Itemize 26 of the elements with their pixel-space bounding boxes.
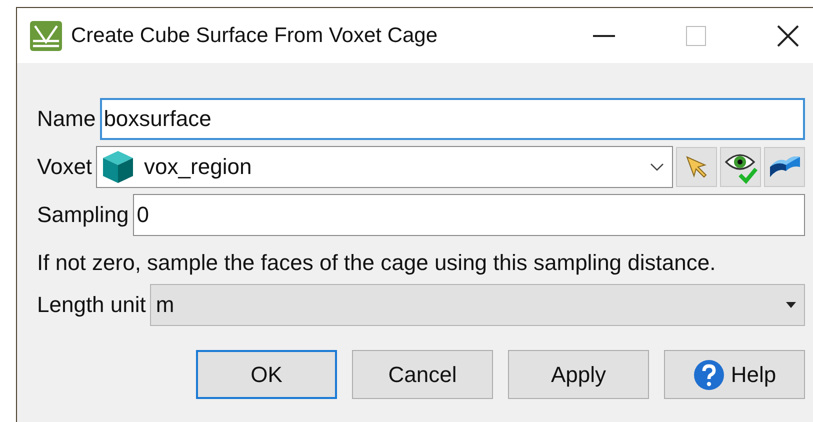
chevron-down-icon — [650, 163, 664, 171]
length-unit-dropdown[interactable]: m — [150, 284, 805, 326]
hint-text: If not zero, sample the faces of the cage using this sampling distance. — [37, 250, 717, 276]
visibility-button[interactable] — [720, 147, 761, 187]
maximize-icon — [686, 26, 706, 46]
field-label: Sampling — [37, 202, 129, 228]
dialog-button[interactable]: Cancel — [352, 350, 493, 399]
app-logo-icon — [29, 20, 63, 52]
text-field[interactable]: boxsurface — [100, 98, 805, 140]
field-label: Voxet — [37, 154, 92, 180]
field-label: Length unit — [37, 292, 146, 318]
dropdown-arrow-icon — [786, 302, 796, 308]
dialog-button[interactable]: Apply — [508, 350, 649, 399]
close-icon — [777, 24, 799, 46]
surface-button[interactable] — [764, 147, 805, 187]
dialog-button[interactable]: Help — [664, 350, 805, 399]
pointer-arrow-icon — [684, 154, 710, 180]
window-title: Create Cube Surface From Voxet Cage — [71, 24, 439, 48]
pick-button[interactable] — [676, 147, 717, 187]
dialog-button[interactable]: OK — [196, 350, 337, 399]
field-label: Name — [37, 106, 96, 132]
voxet-dropdown[interactable]: vox_region — [96, 146, 673, 188]
text-field[interactable]: 0 — [132, 194, 805, 236]
cube-icon — [102, 150, 134, 184]
help-icon — [692, 358, 725, 390]
minimize-icon — [593, 34, 615, 36]
